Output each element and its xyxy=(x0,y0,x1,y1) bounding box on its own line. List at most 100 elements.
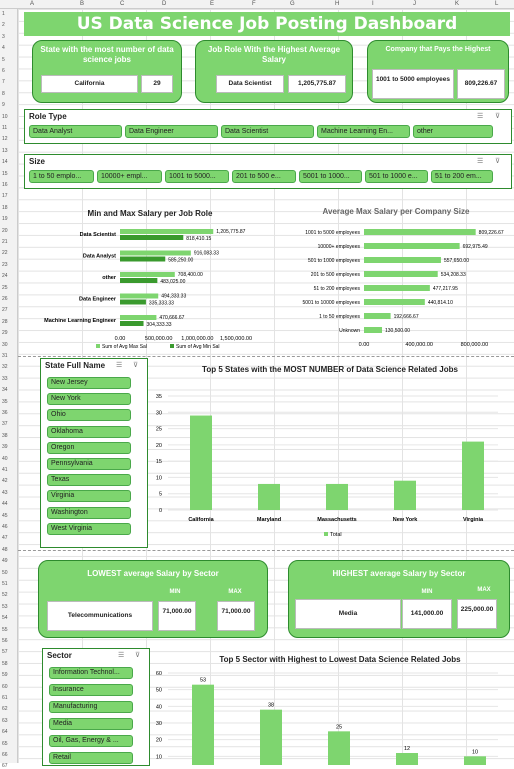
slicer-option[interactable]: 1001 to 5000... xyxy=(165,170,229,183)
multi-select-icon[interactable]: ☰ xyxy=(118,651,124,659)
column-letter[interactable]: G xyxy=(290,1,295,7)
row-number[interactable]: 16 xyxy=(2,182,8,188)
row-number[interactable]: 38 xyxy=(2,433,8,439)
clear-filter-icon[interactable]: ⊽ xyxy=(135,651,140,659)
row-number[interactable]: 58 xyxy=(2,661,8,667)
column-letter[interactable]: L xyxy=(495,1,498,7)
column-letter[interactable]: I xyxy=(372,1,374,7)
slicer-option[interactable]: 201 to 500 e... xyxy=(232,170,296,183)
column-letter[interactable]: F xyxy=(252,1,256,7)
row-number[interactable]: 62 xyxy=(2,706,8,712)
row-number[interactable]: 43 xyxy=(2,490,8,496)
row-number[interactable]: 42 xyxy=(2,478,8,484)
slicer-option[interactable]: Data Engineer xyxy=(125,125,218,138)
row-number[interactable]: 31 xyxy=(2,353,8,359)
row-number[interactable]: 27 xyxy=(2,307,8,313)
column-letter[interactable]: C xyxy=(120,1,124,7)
slicer-option[interactable]: Oil, Gas, Energy & ... xyxy=(49,735,133,747)
slicer-option[interactable]: 51 to 200 em... xyxy=(431,170,493,183)
row-number[interactable]: 14 xyxy=(2,159,8,165)
row-number[interactable]: 46 xyxy=(2,524,8,530)
column-letter[interactable]: A xyxy=(30,1,34,7)
row-number[interactable]: 59 xyxy=(2,672,8,678)
clear-filter-icon[interactable]: ⊽ xyxy=(133,361,138,369)
row-number[interactable]: 67 xyxy=(2,763,8,769)
clear-filter-icon[interactable]: ⊽ xyxy=(495,112,500,120)
slicer-option[interactable]: Retail xyxy=(49,752,133,764)
column-letter[interactable]: D xyxy=(162,1,166,7)
role-type-slicer[interactable]: Role Type ☰ ⊽ Data Analyst Data Engineer D… xyxy=(24,109,512,144)
column-letter[interactable]: K xyxy=(455,1,459,7)
row-number[interactable]: 47 xyxy=(2,535,8,541)
row-number[interactable]: 9 xyxy=(2,102,5,108)
row-number[interactable]: 65 xyxy=(2,741,8,747)
slicer-option[interactable]: Texas xyxy=(47,474,131,487)
slicer-option[interactable]: Manufacturing xyxy=(49,701,133,713)
row-number[interactable]: 49 xyxy=(2,558,8,564)
row-number[interactable]: 26 xyxy=(2,296,8,302)
row-number[interactable]: 53 xyxy=(2,604,8,610)
slicer-option[interactable]: Information Technol... xyxy=(49,667,133,679)
row-number[interactable]: 34 xyxy=(2,387,8,393)
row-number[interactable]: 10 xyxy=(2,114,8,120)
column-letter[interactable]: E xyxy=(210,1,214,7)
row-number[interactable]: 25 xyxy=(2,285,8,291)
slicer-option[interactable]: Virginia xyxy=(47,490,131,503)
row-number[interactable]: 33 xyxy=(2,376,8,382)
row-number[interactable]: 15 xyxy=(2,171,8,177)
row-number[interactable]: 22 xyxy=(2,250,8,256)
row-number[interactable]: 54 xyxy=(2,615,8,621)
row-number[interactable]: 57 xyxy=(2,649,8,655)
size-slicer[interactable]: Size ☰ ⊽ 1 to 50 emplo... 10000+ empl... 1… xyxy=(24,154,512,189)
row-number[interactable]: 17 xyxy=(2,193,8,199)
row-number[interactable]: 56 xyxy=(2,638,8,644)
row-number[interactable]: 60 xyxy=(2,684,8,690)
row-number[interactable]: 19 xyxy=(2,216,8,222)
multi-select-icon[interactable]: ☰ xyxy=(116,361,122,369)
row-number[interactable]: 50 xyxy=(2,570,8,576)
row-number[interactable]: 13 xyxy=(2,148,8,154)
row-number[interactable]: 51 xyxy=(2,581,8,587)
row-number[interactable]: 2 xyxy=(2,22,5,28)
row-number[interactable]: 3 xyxy=(2,34,5,40)
row-number[interactable]: 35 xyxy=(2,399,8,405)
row-number[interactable]: 36 xyxy=(2,410,8,416)
slicer-option[interactable]: Oregon xyxy=(47,441,131,454)
slicer-option[interactable]: Data Analyst xyxy=(29,125,122,138)
slicer-option[interactable]: Machine Learning En... xyxy=(317,125,410,138)
row-number[interactable]: 40 xyxy=(2,456,8,462)
slicer-option[interactable]: West Virginia xyxy=(47,522,131,535)
row-number[interactable]: 7 xyxy=(2,79,5,85)
row-number[interactable]: 45 xyxy=(2,513,8,519)
column-letter[interactable]: H xyxy=(335,1,339,7)
row-number[interactable]: 39 xyxy=(2,444,8,450)
sector-slicer[interactable]: Sector ☰ ⊽ Information Technol... Insuran… xyxy=(42,648,150,766)
row-number[interactable]: 21 xyxy=(2,239,8,245)
state-slicer[interactable]: State Full Name ☰ ⊽ New Jersey New York Oh… xyxy=(40,358,148,548)
row-number[interactable]: 61 xyxy=(2,695,8,701)
row-number[interactable]: 64 xyxy=(2,729,8,735)
row-number[interactable]: 44 xyxy=(2,501,8,507)
row-number[interactable]: 29 xyxy=(2,330,8,336)
row-number[interactable]: 8 xyxy=(2,91,5,97)
row-number[interactable]: 18 xyxy=(2,205,8,211)
slicer-option[interactable]: 501 to 1000 e... xyxy=(365,170,428,183)
row-number[interactable]: 1 xyxy=(2,11,5,17)
row-number[interactable]: 28 xyxy=(2,319,8,325)
row-number[interactable]: 32 xyxy=(2,364,8,370)
slicer-option[interactable]: Insurance xyxy=(49,684,133,696)
slicer-option[interactable]: New Jersey xyxy=(47,377,131,389)
row-number[interactable]: 12 xyxy=(2,136,8,142)
row-number[interactable]: 24 xyxy=(2,273,8,279)
row-number[interactable]: 4 xyxy=(2,45,5,51)
row-number[interactable]: 41 xyxy=(2,467,8,473)
column-letter[interactable]: B xyxy=(80,1,84,7)
row-number[interactable]: 11 xyxy=(2,125,7,131)
slicer-option[interactable]: other xyxy=(413,125,493,138)
row-number[interactable]: 66 xyxy=(2,752,8,758)
row-number[interactable]: 37 xyxy=(2,421,8,427)
row-number[interactable]: 63 xyxy=(2,718,8,724)
row-number[interactable]: 5 xyxy=(2,57,5,63)
row-number[interactable]: 52 xyxy=(2,592,8,598)
slicer-option[interactable]: 1 to 50 emplo... xyxy=(29,170,94,183)
